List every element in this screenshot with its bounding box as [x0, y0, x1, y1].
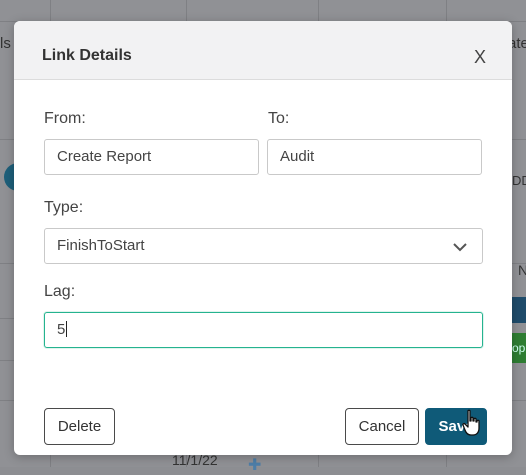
- type-select[interactable]: FinishToStart: [44, 228, 483, 264]
- from-label: From:: [44, 110, 86, 127]
- from-field[interactable]: Create Report: [44, 139, 259, 175]
- to-field[interactable]: Audit: [267, 139, 482, 175]
- cancel-button[interactable]: Cancel: [345, 408, 419, 445]
- type-label: Type:: [44, 199, 84, 216]
- text-caret: [66, 321, 68, 337]
- background-column-header-fragment: ls: [0, 35, 11, 52]
- lag-input[interactable]: 5: [44, 312, 483, 348]
- hand-pointer-icon: [462, 409, 480, 436]
- background-add-icon: ✚: [248, 457, 262, 474]
- background-task-bar: [512, 297, 526, 323]
- background-task-bar: op: [512, 333, 526, 363]
- dialog-header: Link Details X: [14, 21, 512, 80]
- background-cell-fragment: N: [518, 262, 526, 278]
- background-task-bar-label: op: [512, 341, 526, 355]
- close-button[interactable]: X: [474, 47, 486, 68]
- dialog-title: Link Details: [42, 47, 132, 64]
- background-cell-fragment: DD: [512, 173, 526, 188]
- lag-input-value: 5: [57, 321, 66, 338]
- type-select-value: FinishToStart: [57, 237, 145, 254]
- to-field-value: Audit: [280, 148, 315, 165]
- lag-label: Lag:: [44, 283, 76, 300]
- link-details-dialog: Link Details X From: To: Create Report A…: [14, 21, 512, 455]
- delete-button[interactable]: Delete: [44, 408, 115, 445]
- to-label: To:: [268, 110, 290, 127]
- from-field-value: Create Report: [57, 148, 152, 165]
- chevron-down-icon: [453, 243, 467, 252]
